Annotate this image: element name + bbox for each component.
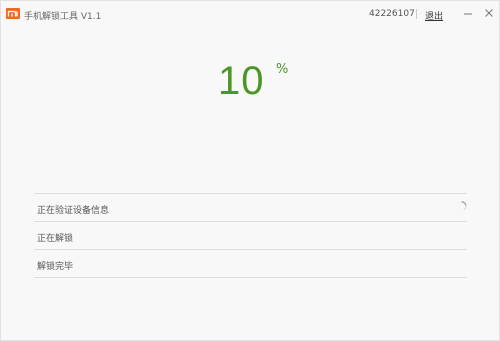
app-title: 手机解锁工具 V1.1	[24, 12, 102, 22]
app-window: 手机解锁工具 V1.1 42226107 退出 10 % 正在验证设备信息 正在…	[0, 0, 500, 341]
logout-link[interactable]: 退出	[425, 9, 443, 22]
progress-unit: %	[276, 62, 289, 77]
minimize-icon	[464, 13, 472, 15]
step-unlock-complete: 解锁完毕	[34, 250, 467, 278]
step-verify-device: 正在验证设备信息	[34, 194, 467, 222]
close-icon	[485, 9, 493, 17]
loading-spinner-icon	[457, 201, 467, 211]
unlock-steps-list: 正在验证设备信息 正在解锁 解锁完毕	[34, 193, 467, 278]
titlebar: 手机解锁工具 V1.1 42226107 退出	[1, 1, 499, 29]
user-id: 42226107	[369, 9, 415, 19]
mi-logo-icon	[6, 8, 20, 19]
step-label: 解锁完毕	[37, 262, 74, 272]
close-button[interactable]	[482, 6, 496, 20]
progress-value: 10	[218, 59, 265, 103]
step-label: 正在验证设备信息	[37, 206, 110, 216]
titlebar-divider	[416, 9, 417, 19]
step-unlocking: 正在解锁	[34, 222, 467, 250]
minimize-button[interactable]	[461, 6, 475, 20]
step-label: 正在解锁	[37, 234, 74, 244]
progress-indicator: 10 %	[218, 59, 288, 104]
